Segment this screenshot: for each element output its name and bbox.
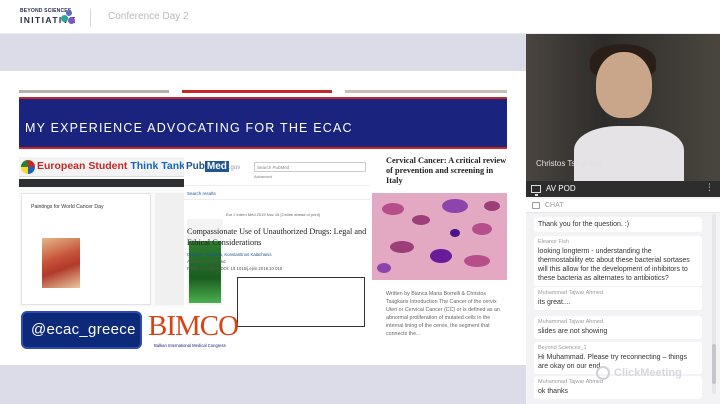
presenter-body (574, 126, 684, 181)
est-nav-bar (19, 179, 184, 187)
chat-message-author: Muhammad Tajwar Ahmed (538, 379, 604, 385)
est-title-blue: Think Tank (130, 160, 185, 172)
pubmed-article-title: Compassionate Use of Unauthorized Drugs:… (187, 227, 367, 247)
chat-message: Muhammad Tajwar Ahmed its great.... (534, 287, 702, 310)
painting-image (42, 238, 80, 288)
pubmed-authors: Christos Tsagkaris, Konstantinos Kalacha… (187, 252, 272, 257)
video-feed[interactable]: Christos Tsagkaris (526, 34, 720, 181)
av-pod-label: AV POD (546, 184, 576, 193)
side-panel: Christos Tsagkaris AV POD ⋮ CHAT Thank y… (526, 34, 720, 404)
pubmed-screenshot: Pub Med .gov Search PubMed Advanced Search… (184, 157, 370, 327)
est-sidebar (155, 193, 184, 305)
pubmed-logo: Pub Med .gov (186, 161, 241, 172)
chat-scrollbar[interactable] (712, 214, 716, 394)
chat-message: Eleanor Fish looking longterm - understa… (534, 236, 702, 286)
chat-message-body: Thank you for the question. :) (538, 221, 630, 228)
chat-label: CHAT (545, 202, 564, 209)
chat-message-body: its great.... (538, 299, 571, 306)
est-screenshot: European Student Think Tank Paintings fo… (19, 157, 185, 307)
pubmed-pmid: PMID: 31733547 DOI: 10.1016/j.ejim.2019.… (187, 266, 283, 271)
presenter-face (596, 52, 652, 118)
est-card-title: Paintings for World Cancer Day (31, 204, 104, 210)
cervical-article-excerpt: Written by Bianca Maria Borrelli & Chris… (386, 291, 500, 337)
clickmeeting-app: BEYOND SCIENCES INITIATIVE Conference Da… (0, 0, 720, 404)
cervical-article-title: Cervical Cancer: A critical review of pr… (386, 156, 507, 185)
conference-title: Conference Day 2 (108, 11, 189, 22)
av-pod-bar[interactable]: AV POD ⋮ (526, 181, 720, 197)
chat-message-author: Beyond Sciences_1 (538, 345, 587, 351)
bimco-logo-text: BIMCO (148, 310, 239, 342)
pubmed-search-results: Search results (187, 191, 216, 196)
slide-decorative-bars (19, 90, 507, 94)
est-header: European Student Think Tank (19, 157, 185, 177)
chat-message-author: Eleanor Fish (538, 239, 569, 245)
pubmed-advanced-link: Advanced (254, 174, 272, 179)
slide-title: MY EXPERIENCE ADVOCATING FOR THE ECAC (25, 121, 353, 135)
beyond-sciences-logo: BEYOND SCIENCES INITIATIVE (20, 8, 78, 28)
est-title-red: European Student (37, 160, 128, 172)
twitter-handle: @ecac_greece (31, 321, 136, 338)
twitter-handle-badge: @ecac_greece (21, 311, 142, 349)
bimco-logo: BIMCO Balkan International Medical Congr… (148, 310, 258, 352)
chat-message-body: slides are not showing (538, 328, 608, 335)
chat-header[interactable]: CHAT (526, 199, 720, 213)
chat-message-body: ok thanks (538, 388, 568, 395)
chat-message: Muhammad Tajwar Ahmed slides are not sho… (534, 316, 702, 339)
pubmed-meta: Eur J Intern Med 2019 Nov 16 [Online ahe… (226, 212, 320, 217)
chat-message-author: Muhammad Tajwar Ahmed (538, 290, 604, 296)
pubmed-header: Pub Med .gov Search PubMed Advanced (184, 157, 370, 179)
chat-message: Thank you for the question. :) (534, 217, 702, 232)
clickmeeting-logo-icon (596, 366, 610, 380)
clickmeeting-watermark-text: ClickMeeting (614, 367, 682, 379)
est-globe-icon (21, 160, 35, 174)
pubmed-search-box: Search PubMed (254, 162, 366, 172)
top-bar: BEYOND SCIENCES INITIATIVE Conference Da… (0, 0, 720, 34)
chat-bubble-icon (532, 202, 540, 209)
slide-title-band: MY EXPERIENCE ADVOCATING FOR THE ECAC (19, 97, 507, 149)
cytology-image (372, 193, 507, 280)
more-vertical-icon[interactable]: ⋮ (705, 182, 714, 193)
chat-scroll-thumb[interactable] (712, 344, 716, 384)
est-article-card: Paintings for World Cancer Day (21, 193, 151, 305)
chat-message-body: looking longterm - understanding the the… (538, 248, 690, 282)
monitor-icon (531, 185, 541, 196)
cervical-article-screenshot: Cervical Cancer: A critical review of pr… (372, 149, 507, 349)
logo-mark-icon (60, 10, 76, 26)
chat-message-author: Muhammad Tajwar Ahmed (538, 319, 604, 325)
chat-message: Muhammad Tajwar Ahmed ok thanks (534, 376, 702, 399)
bimco-subtitle: Balkan International Medical Congress (154, 343, 226, 348)
participant-name: Christos Tsagkaris (536, 159, 602, 168)
pubmed-affiliations: Affiliations + expand (187, 259, 226, 264)
header-divider (90, 9, 91, 26)
